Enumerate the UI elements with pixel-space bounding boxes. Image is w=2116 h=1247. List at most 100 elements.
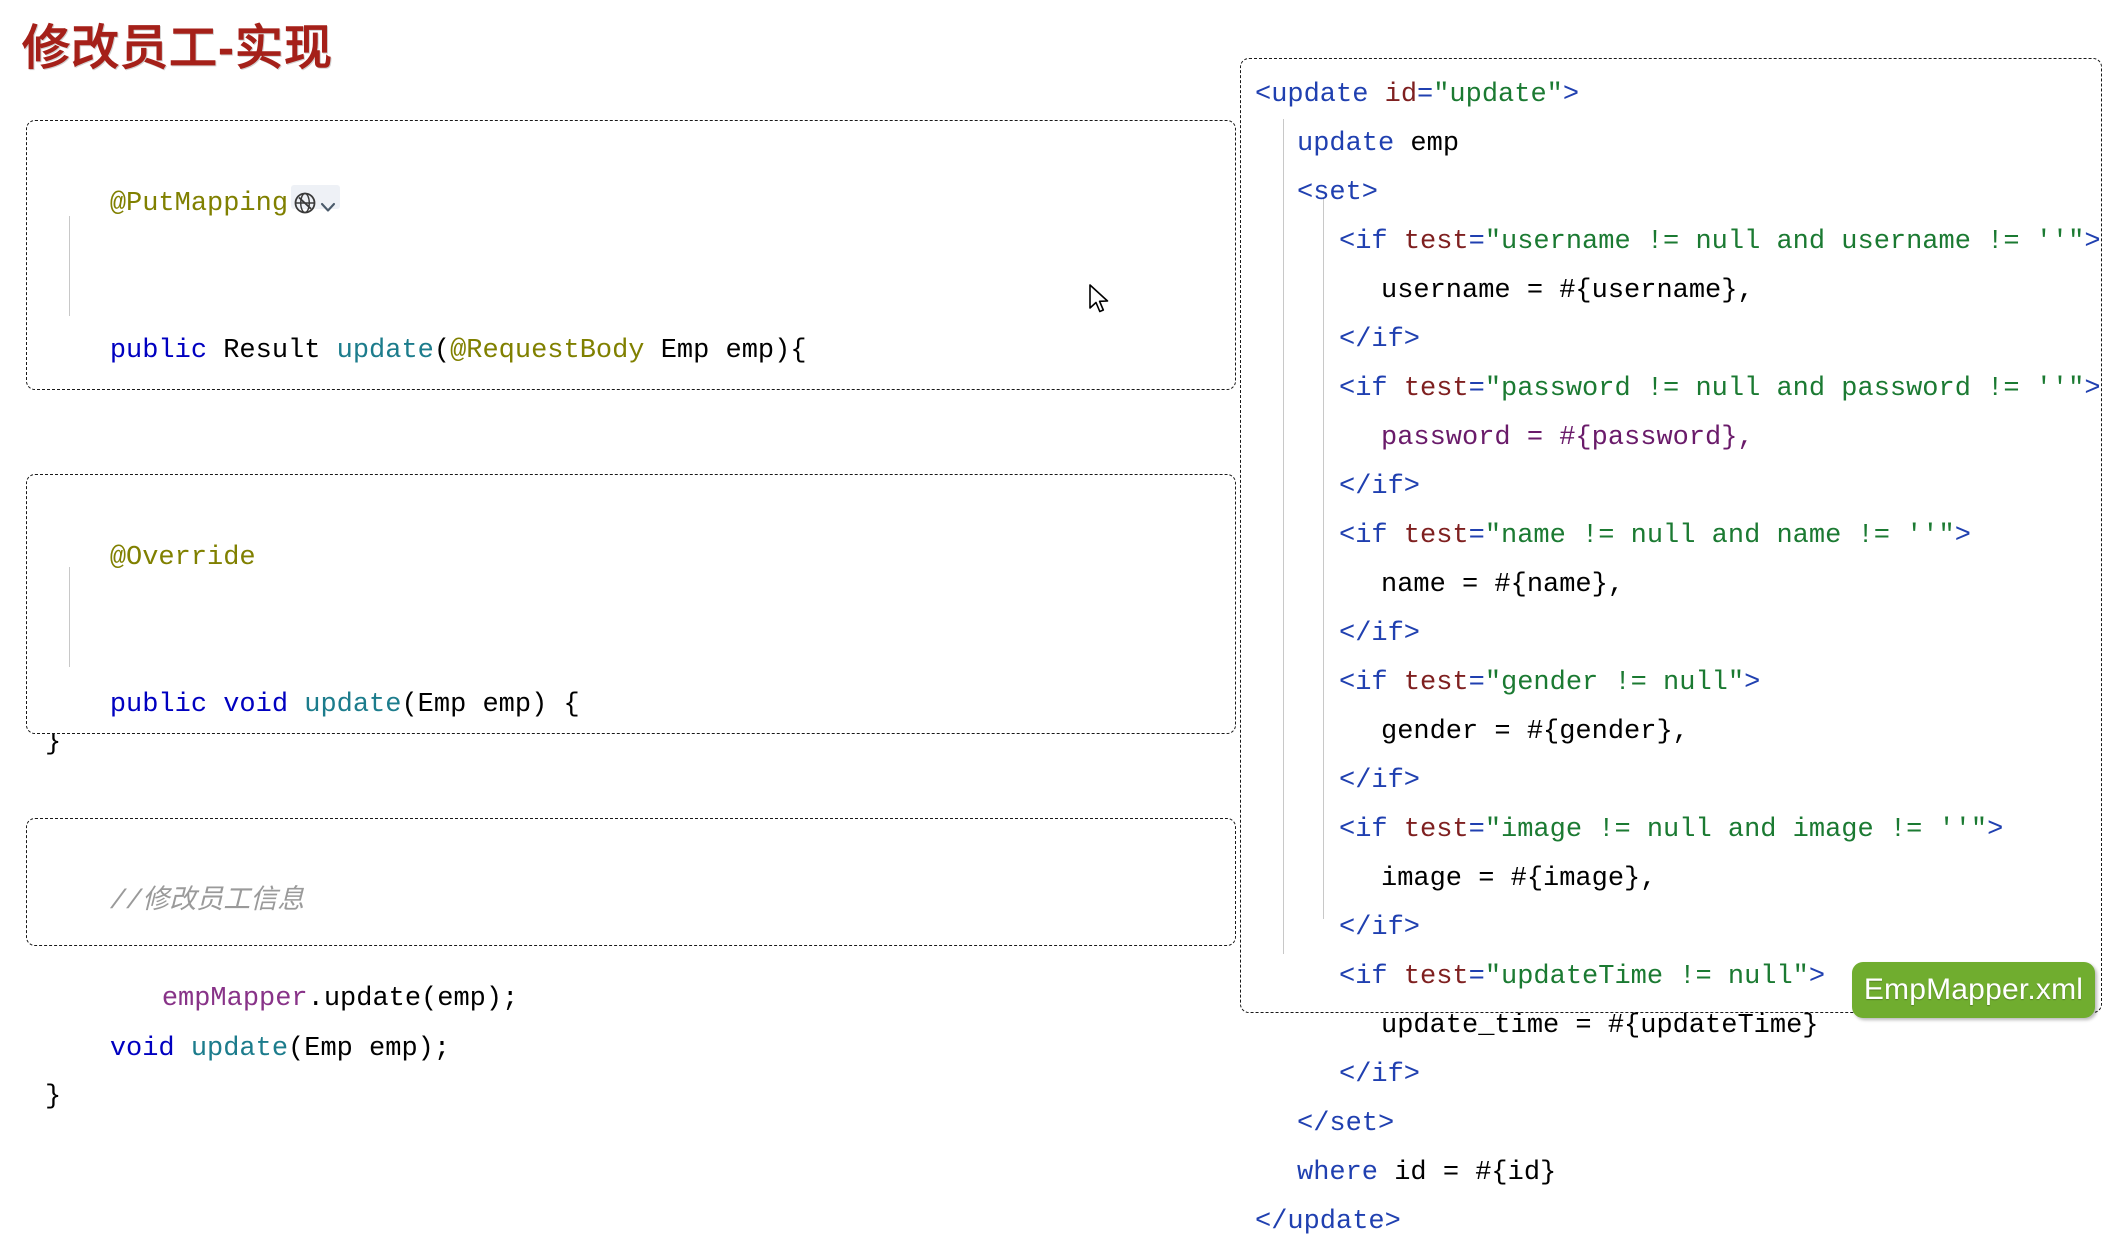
xml-token-xtag: <update	[1255, 80, 1385, 110]
xml-code-line: <set>	[1255, 169, 2091, 218]
xml-code-line: </if>	[1255, 757, 2091, 806]
xml-code-line: </if>	[1255, 1051, 2091, 1100]
type-result: Result	[207, 336, 337, 366]
xml-token-xtag: </if>	[1339, 766, 1421, 796]
xml-token-xsql: where	[1297, 1158, 1379, 1188]
xml-token-xtext: update_time = #{updateTime}	[1381, 1011, 1819, 1041]
xml-token-xtext: id = #{id}	[1378, 1158, 1557, 1188]
xml-code-line: </if>	[1255, 904, 2091, 953]
annotation-requestbody: @RequestBody	[450, 336, 645, 366]
xml-token-xtext: emp	[1394, 129, 1460, 159]
code-line-putmapping: @PutMapping	[45, 131, 1221, 278]
file-name-label: EmpMapper.xml	[1863, 973, 2084, 1006]
xml-token-xtag: >	[1808, 962, 1826, 992]
method-name-update: update	[174, 1034, 289, 1064]
xml-token-xtag: <if	[1339, 521, 1404, 551]
xml-token-xtext: image = #{image},	[1381, 864, 1657, 894]
xml-token-xtag: =	[1468, 374, 1485, 404]
xml-token-xtag: >	[1954, 521, 1971, 551]
xml-token-xval: "username != null and username != ''"	[1484, 227, 2085, 257]
xml-token-xpurple: password = #{password},	[1381, 423, 1754, 453]
xml-code-line: name = #{name},	[1255, 561, 2091, 610]
xml-token-xtag: </if>	[1339, 472, 1421, 502]
chevron-down-icon[interactable]	[318, 187, 338, 212]
xml-token-xtag: =	[1468, 521, 1485, 551]
code-line-override: @Override	[45, 485, 1221, 632]
xml-token-xtag: </if>	[1339, 619, 1421, 649]
xml-token-xattr: test	[1403, 668, 1469, 698]
xml-code-line: </update>	[1255, 1198, 2091, 1247]
params-rest: Emp emp){	[644, 336, 807, 366]
paren-open: (	[433, 336, 451, 366]
xml-token-xval: "updateTime != null"	[1484, 962, 1809, 992]
globe-icon[interactable]	[293, 185, 317, 214]
inline-icon-group[interactable]	[291, 185, 341, 214]
xml-token-xattr: test	[1403, 962, 1469, 992]
xml-token-xtag: >	[2084, 374, 2101, 404]
code-line-impl-signature: public void update(Emp emp) {	[45, 632, 1221, 779]
xml-code-line: </if>	[1255, 463, 2091, 512]
annotation-putmapping: @PutMapping	[109, 189, 289, 219]
xml-code-line: </if>	[1255, 316, 2091, 365]
xml-code-line: username = #{username},	[1255, 267, 2091, 316]
xml-token-xtag: =	[1468, 962, 1485, 992]
xml-token-xattr: test	[1403, 374, 1469, 404]
xml-code-line: </if>	[1255, 610, 2091, 659]
xml-token-xattr: id	[1384, 80, 1418, 110]
xml-token-xval: "image != null and image != ''"	[1484, 815, 1988, 845]
xml-token-xtext: username = #{username},	[1381, 276, 1754, 306]
method-name-update: update	[304, 690, 402, 720]
code-line-method-signature: public Result update(@RequestBody Emp em…	[45, 278, 1221, 425]
xml-code-line: where id = #{id}	[1255, 1149, 2091, 1198]
code-block-service-impl: @Override public void update(Emp emp) { …	[26, 474, 1236, 1112]
keyword-public: public	[109, 336, 208, 366]
xml-token-xtag: <if	[1339, 815, 1404, 845]
annotation-override: @Override	[109, 543, 256, 573]
xml-token-xtag: >	[1744, 668, 1761, 698]
xml-token-xval: "gender != null"	[1484, 668, 1745, 698]
xml-token-xattr: test	[1403, 227, 1469, 257]
xml-code-line: <if test="name != null and name != ''">	[1255, 512, 2091, 561]
xml-code-line: <if test="gender != null">	[1255, 659, 2091, 708]
code-block-empmapper-xml: <update id="update"> update emp <set> <if t…	[1240, 58, 2102, 1237]
params-rest: (Emp emp) {	[401, 690, 580, 720]
code-line-interface-method: void update(Emp emp);	[45, 976, 1221, 1123]
code-line-comment: //修改员工信息	[45, 829, 1221, 976]
xml-token-xattr: test	[1403, 521, 1469, 551]
xml-code-line: <if test="image != null and image != ''"…	[1255, 806, 2091, 855]
xml-token-xtag: </if>	[1339, 913, 1421, 943]
xml-token-xval: "name != null and name != ''"	[1484, 521, 1955, 551]
xml-token-xtag: =	[1468, 227, 1485, 257]
xml-token-xtag: =	[1468, 815, 1485, 845]
xml-code-line: <if test="username != null and username …	[1255, 218, 2101, 267]
xml-token-xval: "update"	[1433, 80, 1563, 110]
xml-token-xtext: gender = #{gender},	[1381, 717, 1689, 747]
xml-token-xsql: update	[1297, 129, 1395, 159]
xml-code-line: </set>	[1255, 1100, 2091, 1149]
xml-code-line: <update id="update">	[1255, 71, 2091, 120]
keyword-void: void	[109, 1034, 175, 1064]
params-rest: (Emp emp);	[288, 1034, 451, 1064]
xml-code-line: <if test="password != null and password …	[1255, 365, 2101, 414]
xml-code-line: gender = #{gender},	[1255, 708, 2091, 757]
comment-update-employee: //修改员工信息	[109, 887, 305, 917]
xml-code-line: image = #{image},	[1255, 855, 2091, 904]
xml-token-xtag: </if>	[1339, 325, 1421, 355]
code-block-mapper-interface: //修改员工信息 void update(Emp emp);	[26, 818, 1236, 1064]
xml-line-list: <update id="update"> update emp <set> <if t…	[1255, 71, 2101, 1247]
code-block-controller: @PutMapping public Result update(@Reques…	[26, 120, 1236, 758]
xml-token-xval: "password != null and password != ''"	[1484, 374, 2085, 404]
xml-token-xtag: <if	[1339, 668, 1404, 698]
xml-token-xtag: <if	[1339, 227, 1404, 257]
keyword-void: void	[207, 690, 305, 720]
xml-token-xtag: <set>	[1297, 178, 1379, 208]
xml-token-xtag: <if	[1339, 374, 1404, 404]
file-name-badge: EmpMapper.xml	[1852, 962, 2095, 1018]
xml-token-xtag: =	[1468, 668, 1485, 698]
xml-token-xtext: name = #{name},	[1381, 570, 1625, 600]
keyword-public: public	[109, 690, 208, 720]
xml-token-xtag: </if>	[1339, 1060, 1421, 1090]
xml-token-xtag: <if	[1339, 962, 1404, 992]
method-name-update: update	[336, 336, 434, 366]
xml-token-xtag: </set>	[1297, 1109, 1395, 1139]
